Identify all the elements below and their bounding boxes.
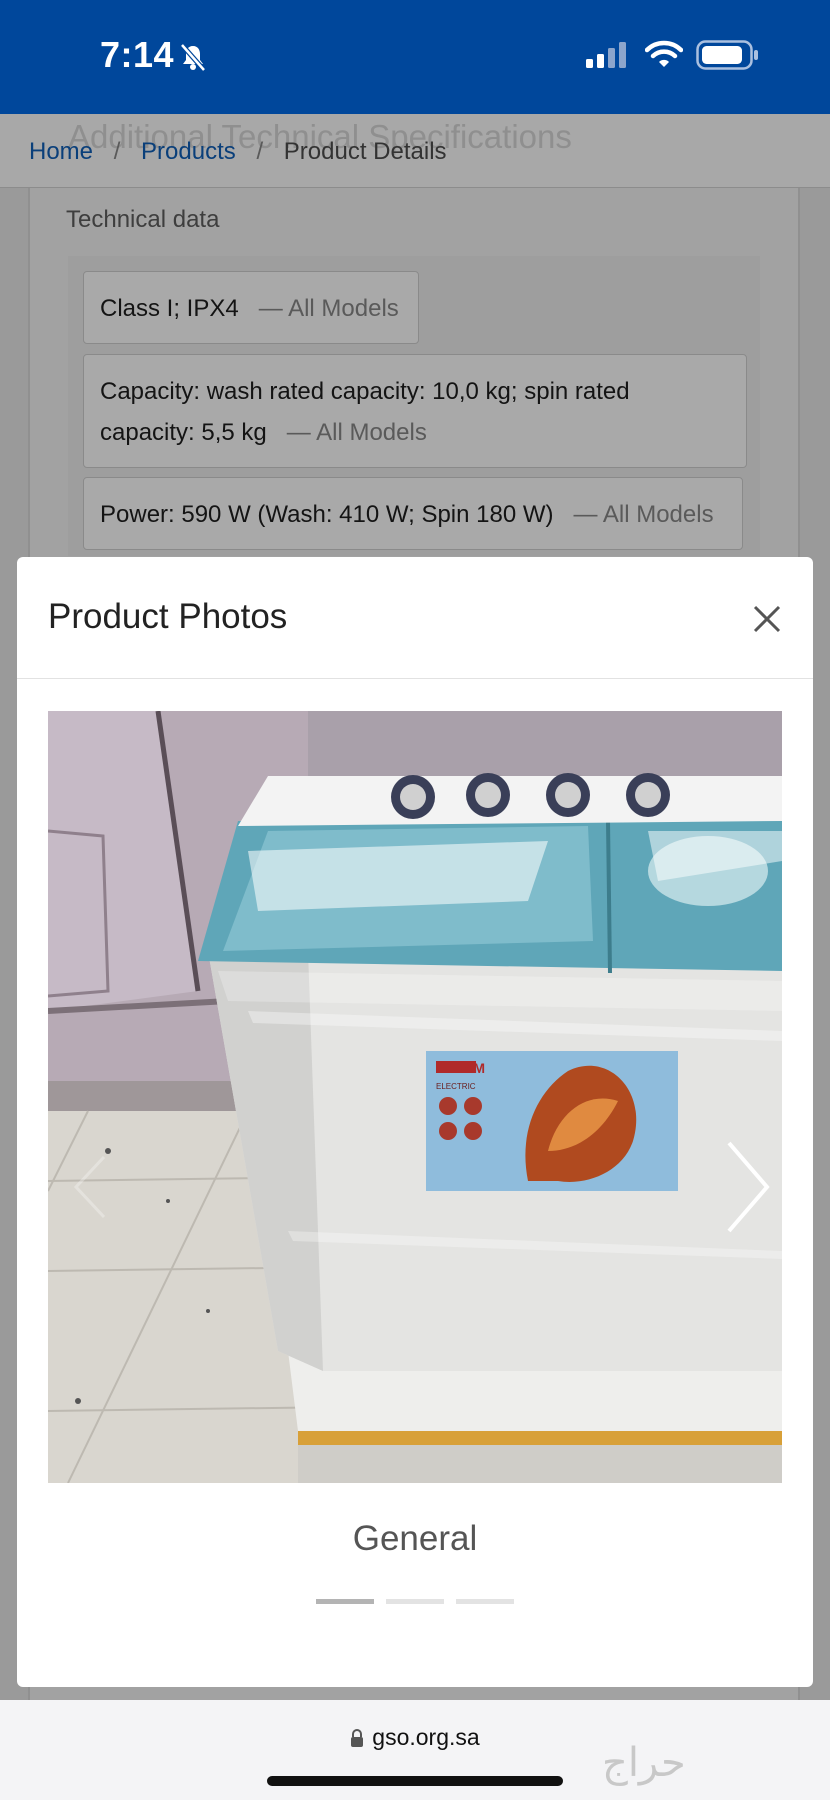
sticker-sub: ELECTRIC: [436, 1082, 476, 1091]
breadcrumb-separator: /: [256, 138, 264, 165]
breadcrumb-bar: Additional Technical Specifications Home…: [0, 114, 830, 188]
status-time: 7:14: [100, 34, 175, 75]
status-bar: 7:14: [0, 0, 830, 114]
url-domain: gso.org.sa: [372, 1724, 480, 1750]
technical-data-title: Technical data: [66, 206, 220, 233]
close-icon: [753, 605, 781, 633]
breadcrumb: Home / Products / Product Details: [29, 138, 447, 166]
spec-text: Capacity: wash rated capacity: 10,0 kg; …: [100, 378, 630, 405]
spec-item: Class I; IPX4 — All Models: [83, 271, 419, 344]
browser-url-bar: gso.org.sa حراج: [0, 1700, 830, 1800]
next-button[interactable]: [717, 1137, 777, 1237]
carousel-indicator-2[interactable]: [386, 1599, 444, 1604]
photo-caption: General: [352, 1519, 478, 1558]
breadcrumb-separator: /: [113, 138, 121, 165]
url-field[interactable]: gso.org.sa: [0, 1724, 830, 1753]
chevron-left-icon: [73, 1155, 106, 1219]
spec-text: capacity: 5,5 kg: [100, 419, 267, 446]
carousel-indicators: [316, 1599, 516, 1605]
spec-models: — All Models: [286, 419, 427, 446]
signal-icon: [586, 42, 630, 73]
carousel-indicator-1[interactable]: [316, 1599, 374, 1604]
product-photos-modal: Product Photos HAAM ELECTRIC General: [17, 557, 813, 1687]
previous-button[interactable]: [62, 1147, 122, 1227]
modal-title: Product Photos: [48, 597, 288, 636]
wifi-icon: [644, 40, 684, 73]
spec-text: Class I; IPX4: [100, 295, 239, 322]
carousel-indicator-3[interactable]: [456, 1599, 514, 1604]
product-photo[interactable]: HAAM ELECTRIC: [48, 711, 782, 1483]
breadcrumb-products[interactable]: Products: [141, 138, 236, 165]
watermark-logo: حراج: [602, 1740, 686, 1786]
breadcrumb-home[interactable]: Home: [29, 138, 93, 165]
chevron-right-icon: [727, 1141, 770, 1233]
battery-icon: [696, 40, 760, 75]
spec-item: Power: 590 W (Wash: 410 W; Spin 180 W) —…: [83, 477, 743, 550]
modal-divider: [17, 678, 813, 679]
close-button[interactable]: [749, 601, 785, 637]
breadcrumb-current: Product Details: [283, 138, 447, 165]
spec-models: — All Models: [573, 501, 714, 528]
sticker-brand: HAAM: [443, 1060, 485, 1076]
spec-item: Capacity: wash rated capacity: 10,0 kg; …: [83, 354, 747, 468]
spec-text: Power: 590 W (Wash: 410 W; Spin 180 W): [100, 501, 554, 528]
lock-icon: [350, 1726, 364, 1753]
home-indicator[interactable]: [267, 1776, 563, 1786]
spec-models: — All Models: [258, 295, 399, 322]
bell-slash-icon: [178, 42, 208, 77]
